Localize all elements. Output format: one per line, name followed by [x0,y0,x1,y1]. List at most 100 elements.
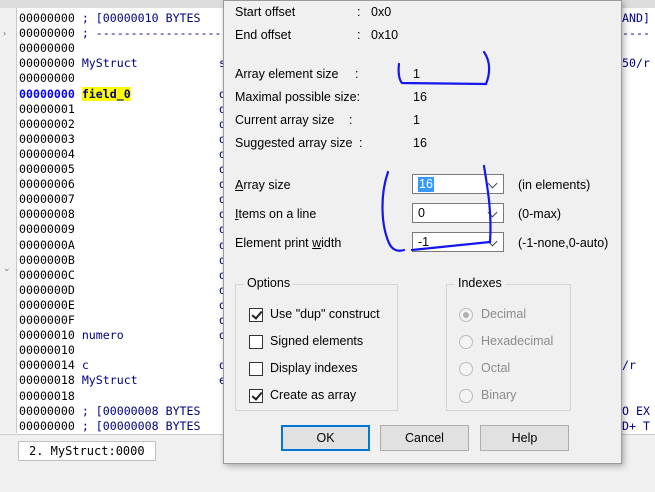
listing-line[interactable]: 0000000B d [19,253,223,268]
listing-line[interactable]: 00000002 d [19,116,223,132]
line-address: 00000018 [19,388,75,403]
array-size-combo[interactable]: 16 [412,174,504,194]
chevron-down-icon[interactable] [483,175,503,193]
listing-line[interactable]: 00000000 ; [00000008 BYTES [19,419,200,433]
line-address: 0000000D [19,282,75,297]
current-size-colon: : [349,113,353,127]
line-address: 0000000C [19,267,75,282]
create-as-array-checkbox[interactable] [249,389,263,403]
listing-line[interactable]: 00000001 d [19,101,223,117]
listing-line[interactable]: 00000000 field_0 d [19,86,223,102]
items-on-line-label: Items on a line [235,207,317,221]
view-tab[interactable]: 2. MyStruct:0000 [18,441,156,461]
element-print-width-hint: (-1-none,0-auto) [518,236,609,250]
items-on-line-hint: (0-max) [518,207,562,221]
binary-label: Binary [481,388,517,402]
listing-line[interactable]: 0000000F d [19,313,223,328]
line-address: 00000000 [19,56,75,71]
listing-line[interactable]: 00000000 [19,41,75,56]
chevron-down-icon[interactable] [483,233,503,251]
listing-line[interactable]: 0000000E d [19,297,223,313]
line-text: MyStruct [74,373,138,388]
binary-radio[interactable] [459,389,473,403]
max-size-value: 16 [413,90,427,104]
chevron-down-icon[interactable] [483,204,503,222]
line-address: 0000000A [19,237,75,252]
listing-line[interactable]: 00000005 d [19,162,223,177]
start-offset-value: 0x0 [371,5,392,19]
listing-line[interactable]: 0000000A d [19,237,223,253]
listing-line[interactable]: 00000010 numero d [19,328,223,343]
decimal-radio[interactable] [459,308,473,322]
listing-right-part: AND] ---- 50/r/r O EX D+ T [620,8,655,433]
listing-line[interactable]: 00000018 MyStruct e [19,373,223,388]
suggested-size-colon: : [359,136,363,150]
listing-line[interactable]: 00000003 d [19,131,223,147]
highlighted-field-name[interactable]: field_0 [81,86,131,101]
create-as-array-label[interactable]: Create as array [270,388,356,402]
line-address: 00000000 [19,418,75,433]
array-size-value: 16 [418,177,434,192]
end-offset-colon: : [357,28,361,42]
items-on-line-combo[interactable]: 0 [412,203,504,223]
use-dup-checkbox[interactable] [249,308,263,322]
line-address: 00000008 [19,207,75,222]
listing-line[interactable]: 00000000 [19,71,75,86]
listing-line[interactable]: 00000000 ; [00000008 BYTES [19,404,200,419]
listing-line[interactable]: 00000009 d [19,222,223,237]
cancel-button[interactable]: Cancel [380,425,469,451]
line-address: 00000018 [19,373,75,388]
listing-line[interactable]: 00000008 d [19,207,223,222]
line-text: ; [00000008 BYTES [74,403,201,418]
line-address: 00000002 [19,116,75,131]
array-size-hint: (in elements) [518,178,591,192]
listing-line[interactable]: 00000007 d [19,192,223,207]
help-button[interactable]: Help [480,425,569,451]
end-offset-value: 0x10 [371,28,399,42]
listing-line-tail: 50/r [622,56,650,71]
element-print-width-combo[interactable]: -1 [412,232,504,252]
indexes-group: Indexes Decimal Hexadecimal Octal Binary [446,276,571,411]
listing-line[interactable]: 0000000D d [19,282,223,298]
line-address: 0000000E [19,297,75,312]
start-offset-label: Start offset [235,5,296,19]
listing-line-tail: D+ T [622,418,650,433]
signed-elements-checkbox[interactable] [249,335,263,349]
listing-line[interactable]: 00000000 ; ------------------- [19,26,223,41]
array-element-size-colon: : [355,67,359,81]
listing-line[interactable]: 00000000 ; [00000010 BYTES [19,11,200,26]
line-address: 00000000 [19,26,75,41]
ok-button[interactable]: OK [281,425,370,451]
line-text: ; [00000010 BYTES [74,11,201,25]
line-text: c [74,358,89,373]
use-dup-label[interactable]: Use "dup" construct [270,307,380,321]
line-address: 00000001 [19,101,75,116]
array-size-label: Array size [235,178,291,192]
octal-radio[interactable] [459,362,473,376]
listing-gutter: › ⌄ [0,8,17,433]
signed-elements-label[interactable]: Signed elements [270,334,363,348]
start-offset-colon: : [357,5,361,19]
listing-line[interactable]: 00000000 MyStruct s [19,56,223,71]
listing-line[interactable]: 00000014 cd [19,358,223,373]
hexadecimal-radio[interactable] [459,335,473,349]
line-text: MyStruct [74,56,138,71]
line-address: 00000006 [19,177,75,192]
line-address: 00000007 [19,192,75,207]
listing-line[interactable]: 00000018 [19,389,75,404]
display-indexes-label[interactable]: Display indexes [270,361,358,375]
listing-line-tail: AND] [622,11,650,25]
display-indexes-checkbox[interactable] [249,362,263,376]
disassembly-listing[interactable]: 00000000 ; [00000010 BYTES 00000000 ; ---… [17,8,223,433]
listing-line[interactable]: 00000010 [19,343,75,358]
listing-line[interactable]: 00000004 d [19,147,223,162]
line-text: numero [74,328,124,343]
expand-icon[interactable]: › [3,28,11,38]
line-address: 00000003 [19,131,75,146]
current-size-value: 1 [413,113,420,127]
collapse-icon[interactable]: ⌄ [3,263,11,274]
listing-line[interactable]: 00000006 d [19,177,223,192]
line-address: 00000010 [19,343,75,358]
options-group: Options Use "dup" construct Signed eleme… [235,276,398,411]
listing-line[interactable]: 0000000C d [19,267,223,283]
